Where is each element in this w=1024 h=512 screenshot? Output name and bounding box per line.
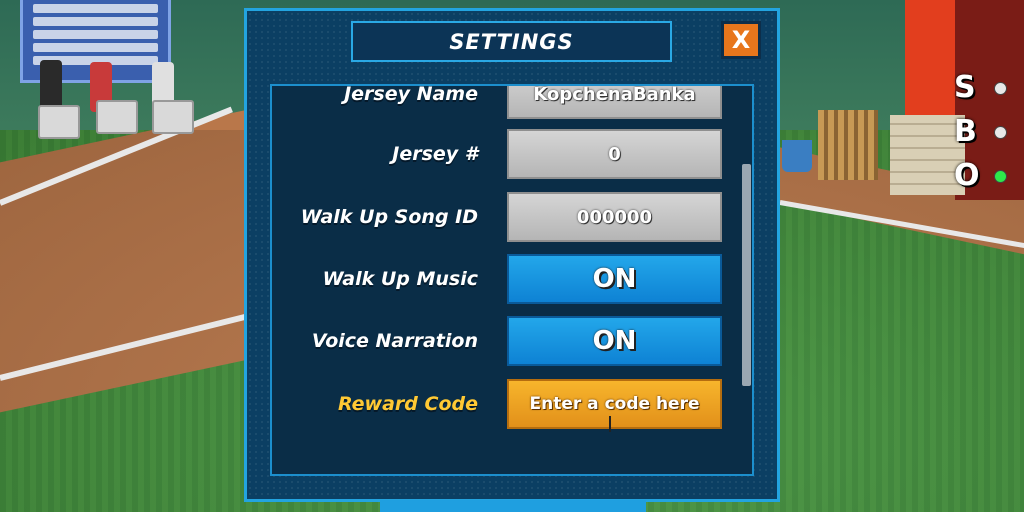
setting-row-voice-narration: Voice Narration ON xyxy=(272,316,742,366)
podium xyxy=(152,100,194,134)
page-title: SETTINGS xyxy=(449,29,574,54)
outs-indicator: O xyxy=(954,158,1024,202)
podium xyxy=(38,105,80,139)
balls-letter: B xyxy=(954,114,977,149)
outs-letter: O xyxy=(954,158,980,193)
setting-row-jersey-name: Jersey Name xyxy=(272,84,742,119)
jersey-number-field[interactable] xyxy=(507,129,722,179)
count-hud: S B O xyxy=(954,70,1024,202)
jersey-name-input[interactable] xyxy=(509,86,720,105)
podium xyxy=(96,100,138,134)
setting-row-jersey-number: Jersey # xyxy=(272,129,742,179)
setting-row-walk-up-music: Walk Up Music ON xyxy=(272,254,742,304)
reward-code-label: Reward Code xyxy=(337,393,478,415)
close-button[interactable]: X xyxy=(721,21,761,59)
jersey-number-label: Jersey # xyxy=(392,143,478,165)
leaderboard-row xyxy=(33,30,158,39)
player-avatar xyxy=(40,60,62,110)
voice-narration-label: Voice Narration xyxy=(311,330,478,352)
walk-up-song-id-input[interactable] xyxy=(509,206,720,228)
settings-scrollbar[interactable] xyxy=(742,164,751,386)
setting-row-walk-up-song-id: Walk Up Song ID xyxy=(272,192,742,242)
leaderboard-row xyxy=(33,43,158,52)
ball-bucket xyxy=(782,140,812,172)
walk-up-music-label: Walk Up Music xyxy=(322,268,478,290)
jersey-name-label: Jersey Name xyxy=(344,84,478,105)
leaderboard-row xyxy=(33,4,158,13)
reward-code-input[interactable] xyxy=(509,394,720,414)
setting-row-reward-code: Reward Code xyxy=(272,379,742,432)
jersey-number-input[interactable] xyxy=(509,143,720,165)
panel-bottom-tab xyxy=(380,500,646,512)
strike-dot xyxy=(994,82,1007,95)
out-dot xyxy=(994,170,1007,183)
text-cursor-icon xyxy=(609,416,611,432)
ball-dot xyxy=(994,126,1007,139)
walk-up-music-toggle[interactable]: ON xyxy=(507,254,722,304)
balls-indicator: B xyxy=(954,114,1024,158)
walk-up-song-id-field[interactable] xyxy=(507,192,722,242)
bat-rack xyxy=(818,110,878,180)
strikes-letter: S xyxy=(954,70,976,105)
voice-narration-toggle[interactable]: ON xyxy=(507,316,722,366)
close-icon: X xyxy=(731,26,751,54)
settings-title-bar: SETTINGS xyxy=(351,21,672,62)
leaderboard-row xyxy=(33,17,158,26)
walk-up-song-id-label: Walk Up Song ID xyxy=(300,206,478,228)
jersey-name-field[interactable] xyxy=(507,86,722,119)
settings-list: Jersey Name Jersey # Walk Up Song ID Wal… xyxy=(270,84,754,476)
strikes-indicator: S xyxy=(954,70,1024,114)
reward-code-field[interactable] xyxy=(507,379,722,432)
